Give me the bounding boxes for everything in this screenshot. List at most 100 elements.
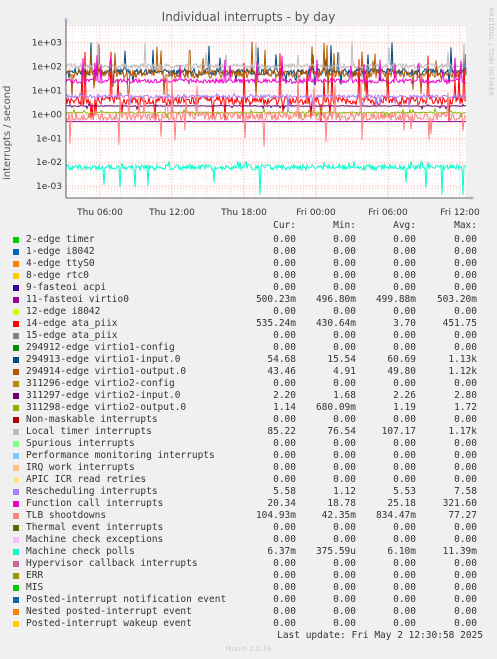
legend-avg-value: 499.88m <box>375 294 416 305</box>
legend-max-value: 0.00 <box>454 330 477 341</box>
plot-area: 1e-03 1e-02 1e-01 1e+00 1e+01 1e+02 1e+03 Thu 0… <box>32 17 480 218</box>
x-tick-label: Fri 00:00 <box>296 208 336 218</box>
legend-cur-value: 2.20 <box>273 390 296 401</box>
legend-avg-value: 1.19 <box>393 402 416 413</box>
legend-series-name: Thermal event interrupts <box>26 522 164 533</box>
legend-cur-value: 104.93m <box>255 510 296 521</box>
legend-max-value: 77.27 <box>448 510 477 521</box>
legend-series-name: 311298-edge virtio2-output.0 <box>26 402 187 413</box>
y-tick-label: 1e-01 <box>36 134 62 144</box>
x-axis-arrow <box>471 196 475 200</box>
legend-avg-value: 6.10m <box>387 546 416 557</box>
legend-series-name: Posted-interrupt wakeup event <box>26 618 192 629</box>
legend-min-value: 0.00 <box>333 450 356 461</box>
legend-swatch <box>13 621 19 627</box>
legend-cur-value: 0.00 <box>273 258 296 269</box>
legend-avg-value: 0.00 <box>393 558 416 569</box>
legend-swatch <box>13 561 19 567</box>
legend-row: MIS 0.00 0.00 0.00 0.00 <box>0 582 497 594</box>
x-tick-label: Thu 18:00 <box>220 208 267 218</box>
legend-max-value: 0.00 <box>454 462 477 473</box>
legend-swatch <box>13 393 19 399</box>
legend-row: Hypervisor callback interrupts 0.00 0.00 0.… <box>0 558 497 570</box>
legend-cur-value: 0.00 <box>273 474 296 485</box>
legend-swatch <box>13 321 19 327</box>
legend-max-value: 503.20m <box>436 294 477 305</box>
y-tick-label: 1e+03 <box>32 39 62 49</box>
legend-row: Spurious interrupts 0.00 0.00 0.00 0.00 <box>0 438 497 450</box>
legend-avg-value: 0.00 <box>393 306 416 317</box>
legend-series-name: Machine check polls <box>26 546 135 557</box>
legend-row: 294912-edge virtio1-config 0.00 0.00 0.00 0.… <box>0 342 497 354</box>
legend-avg-value: 0.00 <box>393 582 416 593</box>
legend-max-value: 0.00 <box>454 342 477 353</box>
legend-swatch <box>13 429 19 435</box>
legend-max-value: 321.60 <box>442 498 477 509</box>
legend-max-value: 1.13k <box>448 354 477 365</box>
legend-avg-value: 0.00 <box>393 570 416 581</box>
legend-swatch <box>13 573 19 579</box>
legend-max-value: 0.00 <box>454 306 477 317</box>
legend-min-value: 0.00 <box>333 438 356 449</box>
legend-avg-value: 2.26 <box>393 390 416 401</box>
legend-avg-value: 3.70 <box>393 318 416 329</box>
legend-cur-value: 0.00 <box>273 438 296 449</box>
legend-swatch <box>13 537 19 543</box>
legend-row: Machine check polls 6.37m 375.59u 6.10m 11.3… <box>0 546 497 558</box>
legend-avg-value: 0.00 <box>393 618 416 629</box>
legend-series-name: MIS <box>26 582 44 593</box>
legend-series-name: 11-fasteoi virtio0 <box>26 294 129 305</box>
legend-avg-value: 5.53 <box>393 486 416 497</box>
legend-min-value: 375.59u <box>315 546 356 557</box>
legend-row: 294913-edge virtio1-input.0 54.68 15.54 60.… <box>0 354 497 366</box>
legend-series-name: 2-edge timer <box>26 234 95 245</box>
legend-series-name: 4-edge ttyS0 <box>26 258 95 269</box>
legend-max-value: 0.00 <box>454 522 477 533</box>
legend-max-value: 7.58 <box>454 486 477 497</box>
legend-min-value: 0.00 <box>333 378 356 389</box>
legend-cur-value: 0.00 <box>273 270 296 281</box>
legend-swatch <box>13 501 19 507</box>
legend-series-name: 294912-edge virtio1-config <box>26 342 175 353</box>
legend-min-value: 42.35m <box>321 510 356 521</box>
legend-max-value: 0.00 <box>454 234 477 245</box>
legend-swatch <box>13 405 19 411</box>
legend-row: Function call interrupts 20.34 18.78 25.18 3… <box>0 498 497 510</box>
legend-min-value: 76.54 <box>327 426 356 437</box>
legend-row: ERR 0.00 0.00 0.00 0.00 <box>0 570 497 582</box>
legend-cur-value: 500.23m <box>255 294 296 305</box>
legend-max-value: 11.39m <box>442 546 477 557</box>
legend-min-value: 4.91 <box>333 366 356 377</box>
legend-row: Local timer interrupts 85.22 76.54 107.17 1.… <box>0 426 497 438</box>
legend-series-name: IRQ work interrupts <box>26 462 135 473</box>
legend-avg-value: 0.00 <box>393 522 416 533</box>
legend-max-value: 0.00 <box>454 618 477 629</box>
y-tick-label: 1e-02 <box>36 158 62 168</box>
legend-cur-value: 0.00 <box>273 462 296 473</box>
legend-avg-value: 0.00 <box>393 414 416 425</box>
legend-swatch <box>13 345 19 351</box>
legend-series-name: TLB shootdowns <box>26 510 107 521</box>
legend-cur-value: 535.24m <box>255 318 296 329</box>
legend-swatch <box>13 489 19 495</box>
legend-swatch <box>13 549 19 555</box>
legend-series-name: 294913-edge virtio1-input.0 <box>26 354 181 365</box>
legend-avg-value: 0.00 <box>393 606 416 617</box>
legend-row: 311297-edge virtio2-input.0 2.20 1.68 2.26 2… <box>0 390 497 402</box>
legend-series-name: ERR <box>26 570 44 581</box>
legend-min-value: 0.00 <box>333 258 356 269</box>
legend-cur-value: 0.00 <box>273 306 296 317</box>
legend-cur-value: 0.00 <box>273 618 296 629</box>
y-tick-label: 1e+00 <box>32 110 63 120</box>
legend-min-value: 430.64m <box>315 318 356 329</box>
legend-header-min: Min: <box>333 220 356 231</box>
legend-row: Rescheduling interrupts 5.58 1.12 5.53 7.58 <box>0 486 497 498</box>
legend-series-name: Rescheduling interrupts <box>26 486 158 497</box>
last-update: Last update: Fri May 2 12:30:58 2025 <box>277 630 483 641</box>
legend-max-value: 0.00 <box>454 570 477 581</box>
legend-min-value: 0.00 <box>333 462 356 473</box>
legend-avg-value: 0.00 <box>393 474 416 485</box>
legend-min-value: 1.68 <box>333 390 356 401</box>
legend-series-name: Local timer interrupts <box>26 426 152 437</box>
legend-max-value: 0.00 <box>454 438 477 449</box>
